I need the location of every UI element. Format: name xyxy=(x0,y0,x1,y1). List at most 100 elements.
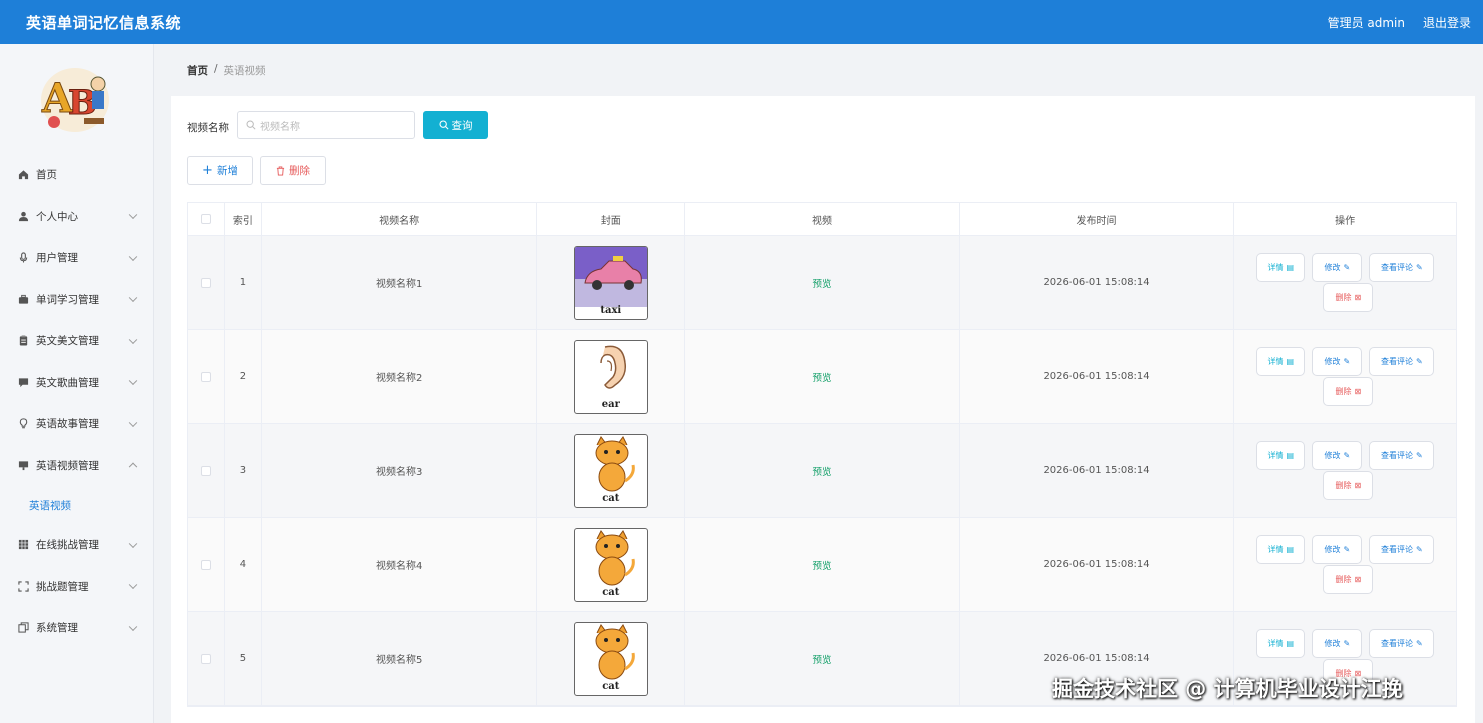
sidebar-item-profile[interactable]: 个人中心 xyxy=(0,196,154,238)
breadcrumb-current: 英语视频 xyxy=(223,65,266,77)
search-button[interactable]: 查询 xyxy=(423,111,488,139)
row-checkbox[interactable] xyxy=(200,371,211,382)
detail-button[interactable]: 详情 ▤ xyxy=(1256,253,1306,282)
cover-image[interactable]: taxi xyxy=(573,245,648,320)
edit-button[interactable]: 修改 ✎ xyxy=(1312,629,1363,658)
preview-link[interactable]: 预览 xyxy=(812,558,831,572)
row-time: 2026-06-01 15:08:14 xyxy=(960,518,1235,611)
sidebar-subitem-english-video[interactable]: 英语视频 xyxy=(0,486,154,524)
pencil-icon: ✎ xyxy=(1415,357,1423,366)
cat-picture xyxy=(595,529,635,585)
view-comments-button[interactable]: 查看评论 ✎ xyxy=(1369,441,1435,470)
user-icon xyxy=(18,211,29,222)
sidebar-item-videos[interactable]: 英语视频管理 xyxy=(0,445,154,487)
add-button[interactable]: + 新增 xyxy=(187,156,253,185)
row-delete-button[interactable]: 删除 ⊠ xyxy=(1323,283,1374,312)
detail-label: 详情 xyxy=(1267,357,1284,366)
edit-button[interactable]: 修改 ✎ xyxy=(1312,535,1363,564)
cover-image[interactable]: cat xyxy=(573,433,648,508)
sidebar-item-home[interactable]: 首页 xyxy=(0,154,154,196)
preview-link[interactable]: 预览 xyxy=(812,652,831,666)
chevron-down-icon xyxy=(128,580,138,590)
breadcrumb-home[interactable]: 首页 xyxy=(187,63,208,78)
preview-link[interactable]: 预览 xyxy=(812,276,831,290)
delete-button[interactable]: 删除 xyxy=(260,156,326,185)
row-time: 2026-06-01 15:08:14 xyxy=(960,236,1235,329)
row-delete-button[interactable]: 删除 ⊠ xyxy=(1323,565,1374,594)
comments-label: 查看评论 xyxy=(1380,451,1413,460)
view-comments-button[interactable]: 查看评论 ✎ xyxy=(1369,253,1435,282)
edit-label: 修改 xyxy=(1324,357,1341,366)
header-time: 发布时间 xyxy=(960,203,1235,235)
select-all-checkbox[interactable] xyxy=(200,214,211,224)
trash-icon: ⊠ xyxy=(1354,575,1362,584)
sidebar-item-system[interactable]: 系统管理 xyxy=(0,607,154,649)
sidebar-item-articles[interactable]: 英文美文管理 xyxy=(0,320,154,362)
current-user[interactable]: 管理员 admin xyxy=(1328,14,1405,31)
detail-button[interactable]: 详情 ▤ xyxy=(1256,347,1306,376)
sidebar-item-questions[interactable]: 挑战题管理 xyxy=(0,566,154,608)
app-title: 英语单词记忆信息系统 xyxy=(26,13,182,32)
document-icon: ▤ xyxy=(1286,263,1295,272)
sidebar-item-users[interactable]: 用户管理 xyxy=(0,237,154,279)
sidebar-item-challenge[interactable]: 在线挑战管理 xyxy=(0,524,154,566)
view-comments-button[interactable]: 查看评论 ✎ xyxy=(1369,629,1435,658)
header-select-all xyxy=(188,203,225,235)
comments-label: 查看评论 xyxy=(1380,263,1413,272)
breadcrumb-separator: / xyxy=(214,63,218,75)
sidebar-item-word-study[interactable]: 单词学习管理 xyxy=(0,279,154,321)
row-checkbox[interactable] xyxy=(200,559,211,570)
preview-link[interactable]: 预览 xyxy=(812,464,831,478)
row-delete-button[interactable]: 删除 ⊠ xyxy=(1323,377,1374,406)
row-checkbox[interactable] xyxy=(200,277,211,288)
header-cover: 封面 xyxy=(537,203,686,235)
row-video-cell: 预览 xyxy=(685,330,960,423)
sidebar-menu: 首页 个人中心 用户管理 单词学习管理 英文美文管理 英文歌曲管理 英语故事管理… xyxy=(0,154,154,649)
detail-button[interactable]: 详情 ▤ xyxy=(1256,441,1306,470)
row-checkbox[interactable] xyxy=(200,465,211,476)
cover-caption: cat xyxy=(602,680,620,692)
row-name: 视频名称1 xyxy=(262,236,538,329)
detail-button[interactable]: 详情 ▤ xyxy=(1256,629,1306,658)
mic-icon xyxy=(18,252,29,263)
logout-link[interactable]: 退出登录 xyxy=(1423,14,1471,31)
cover-image[interactable]: cat xyxy=(573,527,648,602)
search-input[interactable]: 视频名称 xyxy=(237,111,415,139)
table-row: 4 视频名称4 cat 预览 2026-06-01 15:08:14 详情 ▤ … xyxy=(188,518,1456,612)
view-comments-button[interactable]: 查看评论 ✎ xyxy=(1369,347,1435,376)
sidebar-item-songs[interactable]: 英文歌曲管理 xyxy=(0,362,154,404)
chevron-down-icon xyxy=(128,418,138,427)
cover-image[interactable]: cat xyxy=(573,621,648,696)
row-index: 5 xyxy=(225,612,262,705)
row-index: 4 xyxy=(225,518,262,611)
preview-link[interactable]: 预览 xyxy=(812,370,831,384)
chevron-down-icon xyxy=(128,622,138,631)
row-name: 视频名称3 xyxy=(262,424,538,517)
sidebar-item-stories[interactable]: 英语故事管理 xyxy=(0,403,154,445)
cover-image[interactable]: ear xyxy=(573,339,648,414)
plus-icon: + xyxy=(202,163,213,178)
edit-button[interactable]: 修改 ✎ xyxy=(1312,347,1363,376)
sidebar-item-label: 英文美文管理 xyxy=(36,335,99,348)
add-button-label: 新增 xyxy=(216,165,238,177)
clipboard-icon xyxy=(18,335,29,346)
edit-label: 修改 xyxy=(1324,263,1341,272)
view-comments-button[interactable]: 查看评论 ✎ xyxy=(1369,535,1435,564)
pencil-icon: ✎ xyxy=(1343,639,1351,648)
row-checkbox[interactable] xyxy=(200,653,211,664)
row-cover-cell: taxi xyxy=(537,236,686,329)
row-select xyxy=(188,518,225,611)
row-delete-button[interactable]: 删除 ⊠ xyxy=(1323,471,1374,500)
document-icon: ▤ xyxy=(1286,357,1295,366)
row-time: 2026-06-01 15:08:14 xyxy=(960,424,1235,517)
chevron-down-icon xyxy=(128,210,138,220)
edit-button[interactable]: 修改 ✎ xyxy=(1312,441,1363,470)
delete-button-label: 删除 xyxy=(289,165,310,177)
edit-button[interactable]: 修改 ✎ xyxy=(1312,253,1363,282)
detail-button[interactable]: 详情 ▤ xyxy=(1256,535,1306,564)
cover-caption: ear xyxy=(601,398,620,410)
row-time: 2026-06-01 15:08:14 xyxy=(960,330,1235,423)
row-select xyxy=(188,330,225,423)
table-row: 3 视频名称3 cat 预览 2026-06-01 15:08:14 详情 ▤ … xyxy=(188,424,1456,518)
chevron-down-icon xyxy=(128,293,138,303)
